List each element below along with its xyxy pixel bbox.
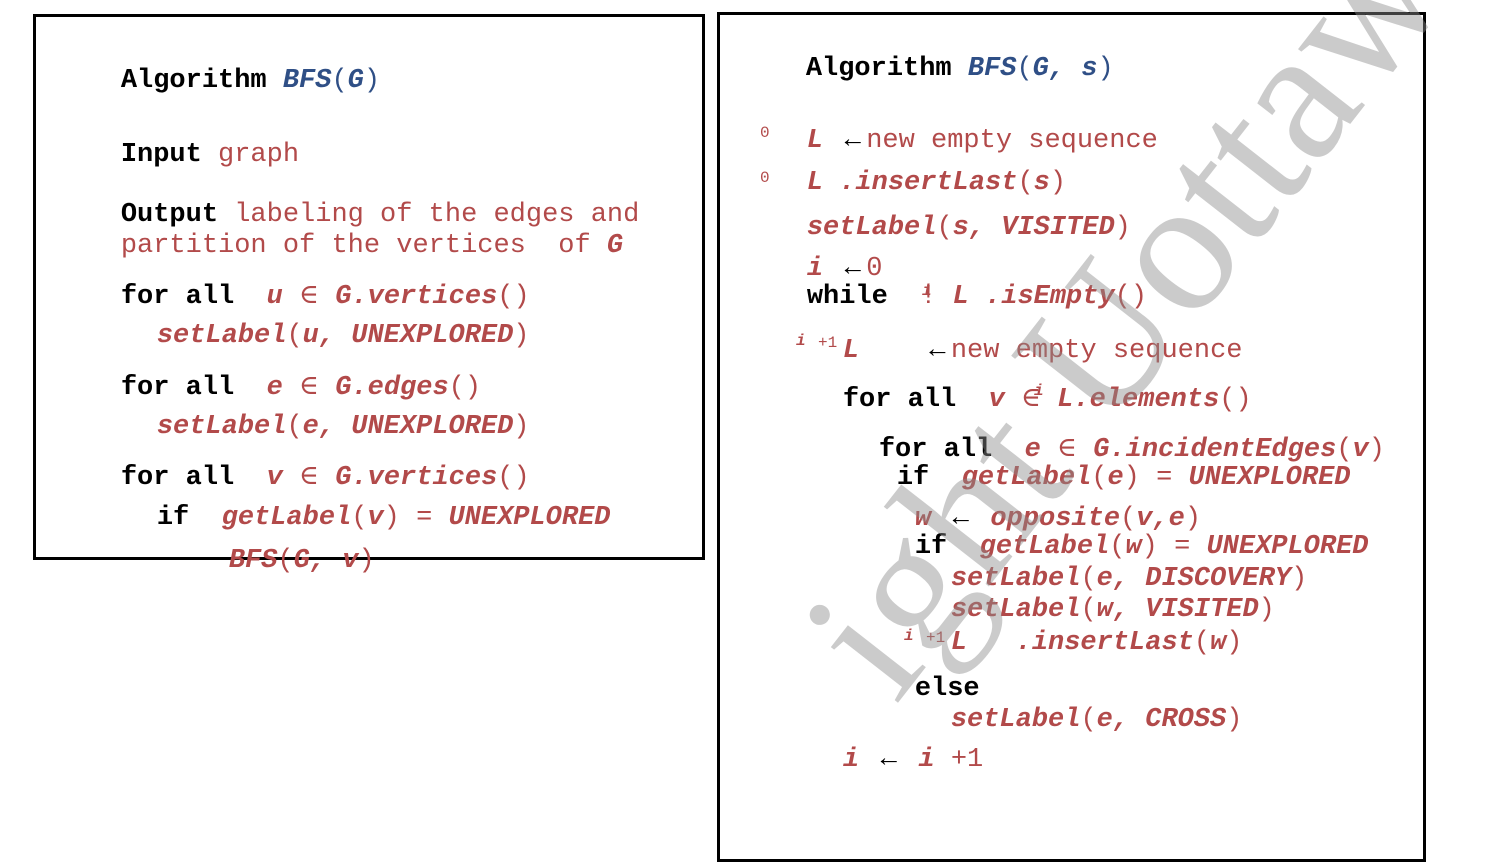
subscript-i: i	[904, 627, 914, 645]
subscript-plus-one: +1	[818, 334, 838, 352]
output-g: G	[606, 231, 624, 261]
keyword-input: Input	[120, 140, 202, 170]
plus-one: +1	[950, 745, 984, 775]
algorithm-box-bfs-graph: Algorithm BFS(G) Input graph Output labe…	[33, 14, 705, 575]
unexplored-const: UNEXPLORED	[1188, 463, 1351, 493]
algorithm-param: G	[347, 66, 364, 96]
assign-arrow: ←	[875, 742, 903, 772]
var-w: w	[1210, 628, 1227, 658]
var-i: i	[842, 745, 860, 775]
subscript-0: 0	[760, 169, 770, 187]
cross-args: e, CROSS	[1096, 705, 1227, 735]
unexplored-const: UNEXPLORED	[448, 503, 611, 533]
increment-i-line: i ← i +1	[778, 717, 983, 801]
keyword-algorithm: Algorithm	[120, 66, 267, 96]
bfs-call-line: BFS(G, v)	[228, 546, 375, 576]
insert-last-call: .insertLast	[1015, 628, 1194, 658]
algorithm-name: BFS	[967, 54, 1017, 84]
subscript-0: 0	[760, 124, 770, 142]
algorithm-name: BFS	[282, 66, 332, 96]
subscript-i: i	[922, 282, 932, 300]
var-i: i	[918, 745, 935, 775]
subscript-plus-one: +1	[926, 629, 946, 647]
subscript-i: i	[1034, 382, 1044, 400]
keyword-algorithm: Algorithm	[805, 54, 952, 84]
input-text: graph	[218, 140, 300, 170]
algorithm-header: Algorithm BFS(G)	[120, 66, 381, 96]
bfs-call: BFS	[228, 546, 278, 576]
subscript-i: i	[796, 332, 806, 350]
visited-const: VISITED	[1001, 213, 1115, 243]
algorithm-box-bfs-source: Algorithm BFS(G, s) L ←new empty sequenc…	[717, 12, 1426, 862]
algorithm-params: G, s	[1032, 54, 1098, 84]
bfs-args: G, v	[293, 546, 359, 576]
equals-sign: =	[416, 503, 433, 533]
